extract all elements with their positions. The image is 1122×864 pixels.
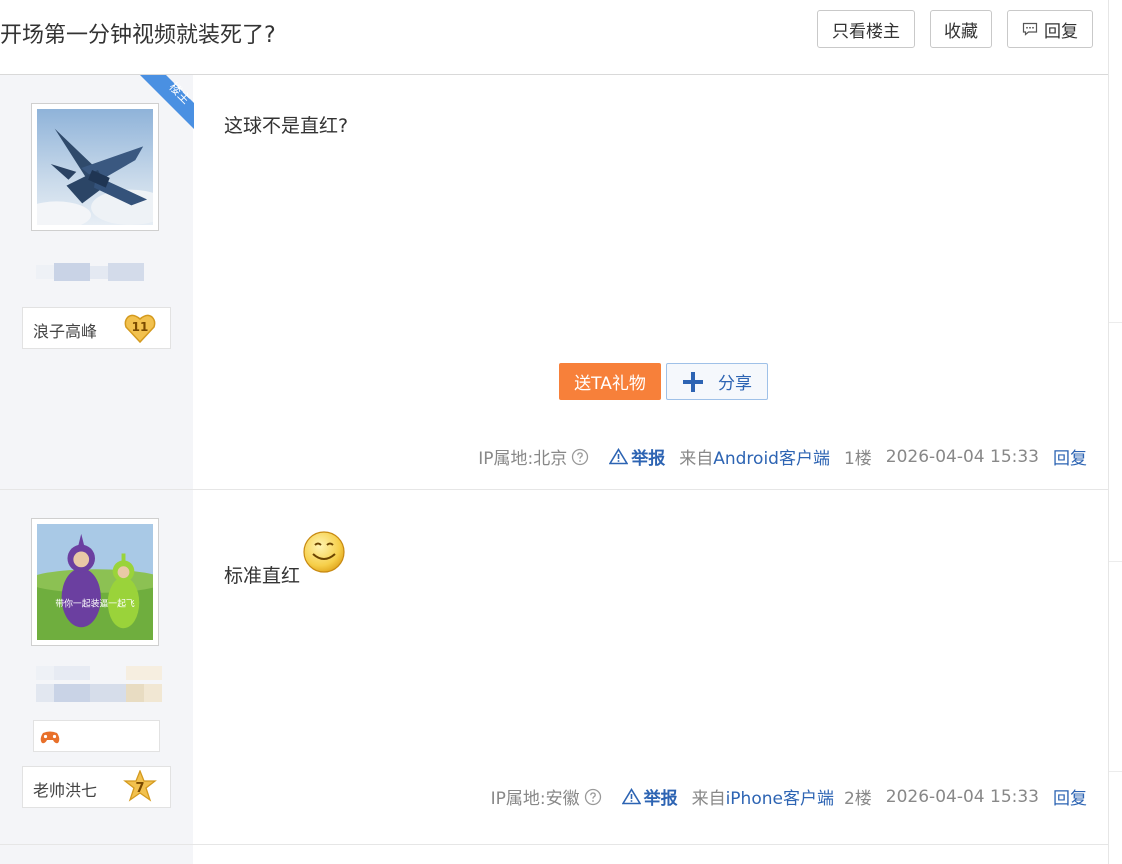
divider [1109, 561, 1122, 562]
post-floor-2: 带你一起装逼一起飞 老帅洪七 7 标准直红 IP属地:安徽 举报 来自 iPho… [0, 490, 1108, 845]
post-reply-link[interactable]: 回复 [1053, 784, 1087, 809]
thread-header: 开场第一分钟视频就装死了? 只看楼主 收藏 回复 [0, 0, 1108, 75]
op-corner-badge: 楼主 [140, 75, 194, 129]
share-button-label: 分享 [718, 374, 752, 394]
send-gift-button[interactable]: 送TA礼物 [559, 363, 661, 400]
warning-icon [621, 788, 641, 805]
reply-button[interactable]: 回复 [1007, 10, 1093, 48]
ip-location: IP属地:北京 [478, 449, 568, 469]
fighter-jet-avatar-image [37, 109, 153, 225]
thread-page: 开场第一分钟视频就装死了? 只看楼主 收藏 回复 浪子高峰 11 楼主 这球不是… [0, 0, 1109, 864]
report-link[interactable]: 举报 [621, 784, 678, 809]
client-link[interactable]: iPhone客户端 [726, 784, 834, 809]
username-blurred[interactable] [36, 263, 144, 281]
smile-emoji-icon [303, 531, 345, 573]
from-prefix: 来自 [691, 789, 726, 809]
only-op-button[interactable]: 只看楼主 [817, 10, 915, 48]
post-content: 标准直红 [224, 531, 346, 588]
forum-level-badge[interactable]: 老帅洪七 7 [22, 766, 171, 808]
post-time: 2026-04-04 15:33 [885, 786, 1039, 807]
teletubbies-avatar-image: 带你一起装逼一起飞 [37, 524, 153, 640]
report-label: 举报 [643, 789, 678, 809]
help-icon[interactable] [571, 448, 589, 466]
post-time: 2026-04-04 15:33 [885, 446, 1039, 467]
post-reply-link[interactable]: 回复 [1053, 444, 1087, 469]
right-sidebar-edge [1109, 0, 1122, 864]
username-blurred[interactable] [36, 666, 162, 702]
floor-number: 1楼 [843, 449, 872, 469]
from-prefix: 来自 [679, 449, 714, 469]
post-content: 这球不是直红? [224, 115, 349, 137]
author-sidebar: 带你一起装逼一起飞 老帅洪七 7 [0, 490, 193, 844]
comment-icon [1022, 22, 1038, 36]
medal-box [33, 720, 160, 752]
level-name: 浪子高峰 [33, 322, 98, 341]
author-sidebar: 浪子高峰 11 [0, 75, 193, 489]
post-content-text: 标准直红 [224, 565, 301, 587]
client-link[interactable]: Android客户端 [713, 444, 830, 469]
level-number: 11 [132, 320, 149, 334]
share-button[interactable]: 分享 [666, 363, 768, 400]
divider [1109, 322, 1122, 323]
share-plus-icon [683, 371, 703, 392]
reply-button-label: 回复 [1044, 21, 1078, 42]
divider [1109, 771, 1122, 772]
warning-icon [609, 448, 629, 465]
help-icon[interactable] [584, 788, 602, 806]
thread-title: 开场第一分钟视频就装死了? [0, 23, 276, 48]
floor-number: 2楼 [843, 789, 872, 809]
avatar[interactable]: 带你一起装逼一起飞 [31, 518, 159, 646]
gamepad-medal-icon[interactable] [39, 727, 61, 747]
post-floor-1: 浪子高峰 11 楼主 这球不是直红? 送TA礼物 分享 IP属地:北京 举报 来… [0, 75, 1108, 490]
favorite-button[interactable]: 收藏 [930, 10, 992, 48]
level-name: 老帅洪七 [33, 781, 98, 800]
post-tail: IP属地:安徽 举报 来自 iPhone客户端 2楼 2026-04-04 15:… [490, 784, 1087, 810]
forum-level-badge[interactable]: 浪子高峰 11 [22, 307, 171, 349]
next-post-sidebar [0, 845, 193, 864]
level-7-star-icon: 7 [123, 770, 157, 802]
report-link[interactable]: 举报 [609, 444, 665, 469]
report-label: 举报 [631, 449, 666, 469]
level-number: 7 [135, 781, 144, 796]
avatar-caption: 带你一起装逼一起飞 [55, 598, 135, 610]
ip-location: IP属地:安徽 [490, 789, 580, 809]
post-tail: IP属地:北京 举报 来自 Android客户端 1楼 2026-04-04 15… [478, 444, 1087, 470]
level-11-heart-icon: 11 [124, 314, 156, 344]
